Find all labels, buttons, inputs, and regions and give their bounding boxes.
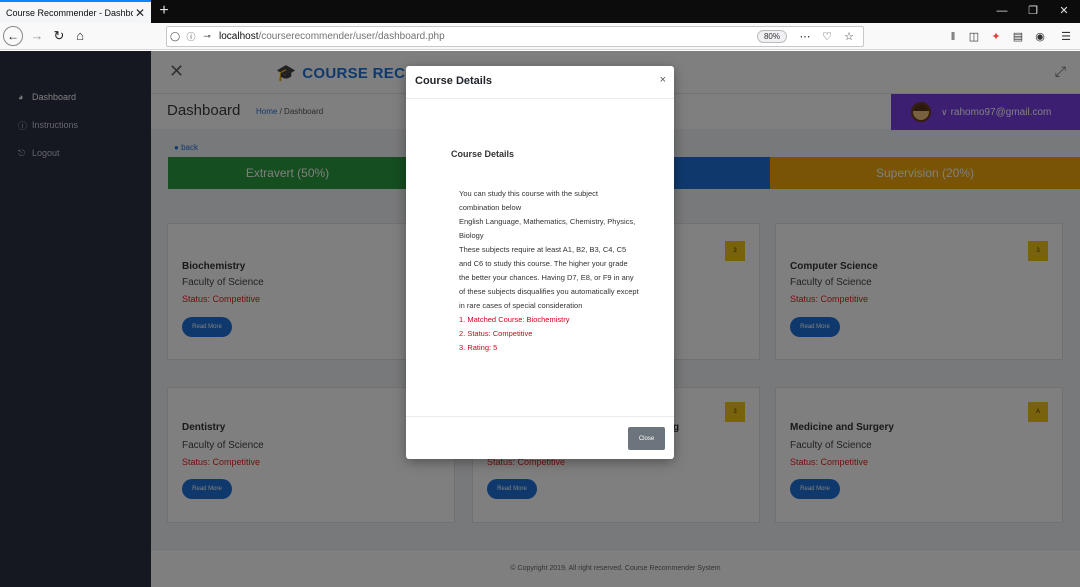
sidebar-toggle-icon[interactable]: ◫ (966, 29, 982, 45)
key-icon: ⊸ (203, 31, 211, 41)
address-bar[interactable]: ◯ ⓘ ⊸ localhost/courserecommender/user/d… (166, 26, 864, 47)
browser-nav-bar: ← → ↻ ⌂ ◯ ⓘ ⊸ localhost/courserecommende… (0, 23, 1080, 50)
result-line: 1. Matched Course: Biochemistry (459, 315, 570, 324)
window-close-button[interactable]: ✕ (1049, 0, 1079, 23)
modal-subtitle: Course Details (451, 149, 515, 159)
result-line: 2. Status: Competitive (459, 329, 533, 338)
modal-text-line: These subjects require at least A1, B2, … (459, 245, 639, 310)
modal-text-line: English Language, Mathematics, Chemistry… (459, 217, 636, 240)
course-details-modal: Course Details × Course Details You can … (406, 66, 674, 459)
home-icon[interactable]: ⌂ (70, 26, 90, 46)
new-tab-button[interactable]: + (154, 1, 174, 21)
browser-tab-bar: Course Recommender - Dashboard ✕ + — ❐ ✕ (0, 0, 1080, 23)
info-icon[interactable]: ⓘ (183, 30, 199, 43)
bookmark-star-icon[interactable]: ☆ (841, 30, 857, 43)
account-icon[interactable]: ◉ (1032, 29, 1048, 45)
library-icon[interactable]: ‖ (945, 29, 961, 45)
reload-icon[interactable]: ↻ (49, 26, 69, 46)
tab-title: Course Recommender - Dashboard (6, 7, 133, 18)
shield-icon[interactable]: ◯ (167, 31, 183, 42)
modal-text-line: You can study this course with the subje… (459, 189, 598, 212)
result-line: 3. Rating: 5 (459, 343, 498, 352)
tab-close-icon[interactable]: ✕ (133, 6, 147, 20)
back-arrow-icon[interactable]: ← (3, 26, 23, 46)
menu-icon[interactable]: ☰ (1058, 29, 1074, 45)
modal-header: Course Details × (406, 66, 674, 99)
url-text[interactable]: localhost/courserecommender/user/dashboa… (215, 31, 757, 42)
modal-close-icon[interactable]: × (660, 74, 666, 86)
more-actions-icon[interactable]: ⋯ (797, 30, 813, 43)
forward-arrow-icon[interactable]: → (27, 26, 47, 46)
modal-title: Course Details (415, 75, 493, 87)
browser-tab[interactable]: Course Recommender - Dashboard ✕ (0, 0, 151, 23)
close-button[interactable]: Close (628, 427, 665, 450)
reader-icon[interactable]: ▤ (1010, 29, 1026, 45)
modal-body: You can study this course with the subje… (459, 187, 639, 355)
zoom-level[interactable]: 80% (756, 30, 787, 43)
pocket-icon[interactable]: ♡ (819, 30, 835, 43)
minimize-button[interactable]: — (987, 0, 1017, 23)
extension-icon[interactable]: ✦ (988, 29, 1004, 45)
modal-footer: Close (406, 416, 674, 459)
restore-button[interactable]: ❐ (1018, 0, 1048, 23)
